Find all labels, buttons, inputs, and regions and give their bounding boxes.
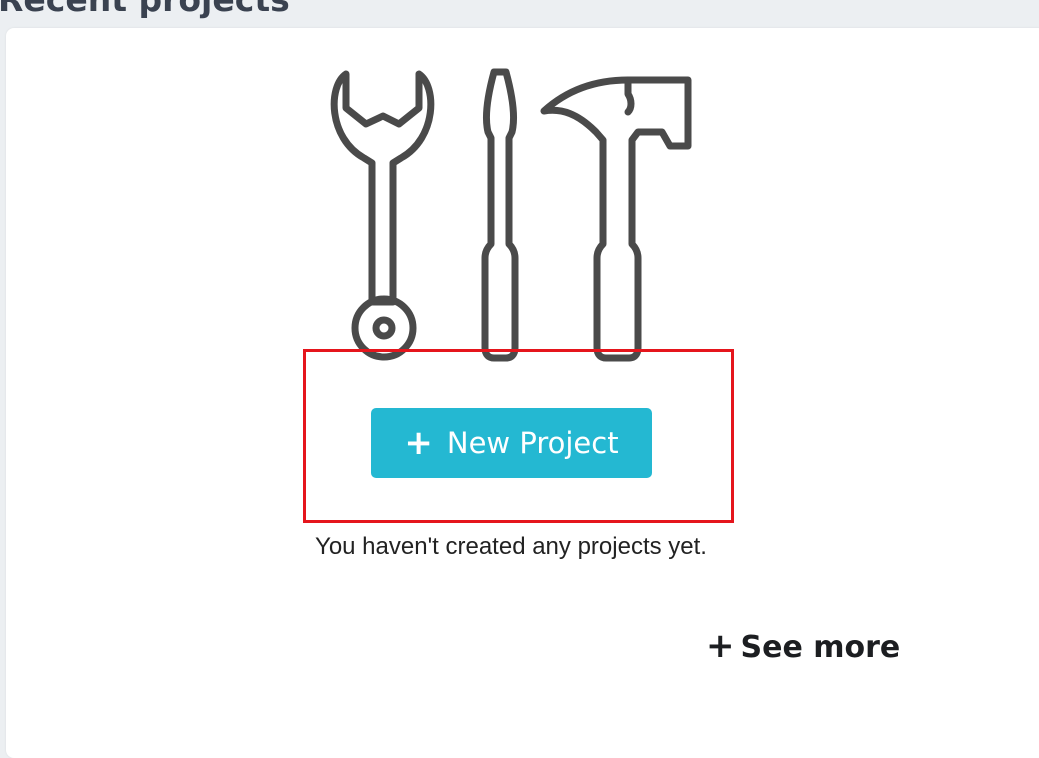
empty-state-message: You haven't created any projects yet. xyxy=(315,533,707,560)
plus-icon: + xyxy=(706,626,735,666)
section-title: Recent projects xyxy=(0,0,290,20)
new-project-label: New Project xyxy=(446,426,619,460)
see-more-label: See more xyxy=(740,630,901,665)
plus-icon: + xyxy=(404,423,433,463)
new-project-button[interactable]: + New Project xyxy=(371,408,652,478)
screwdriver-icon xyxy=(481,68,519,362)
see-more-link[interactable]: + See more xyxy=(706,626,900,666)
tools-icon xyxy=(330,68,692,362)
hammer-icon xyxy=(540,76,692,362)
wrench-icon xyxy=(330,70,435,361)
